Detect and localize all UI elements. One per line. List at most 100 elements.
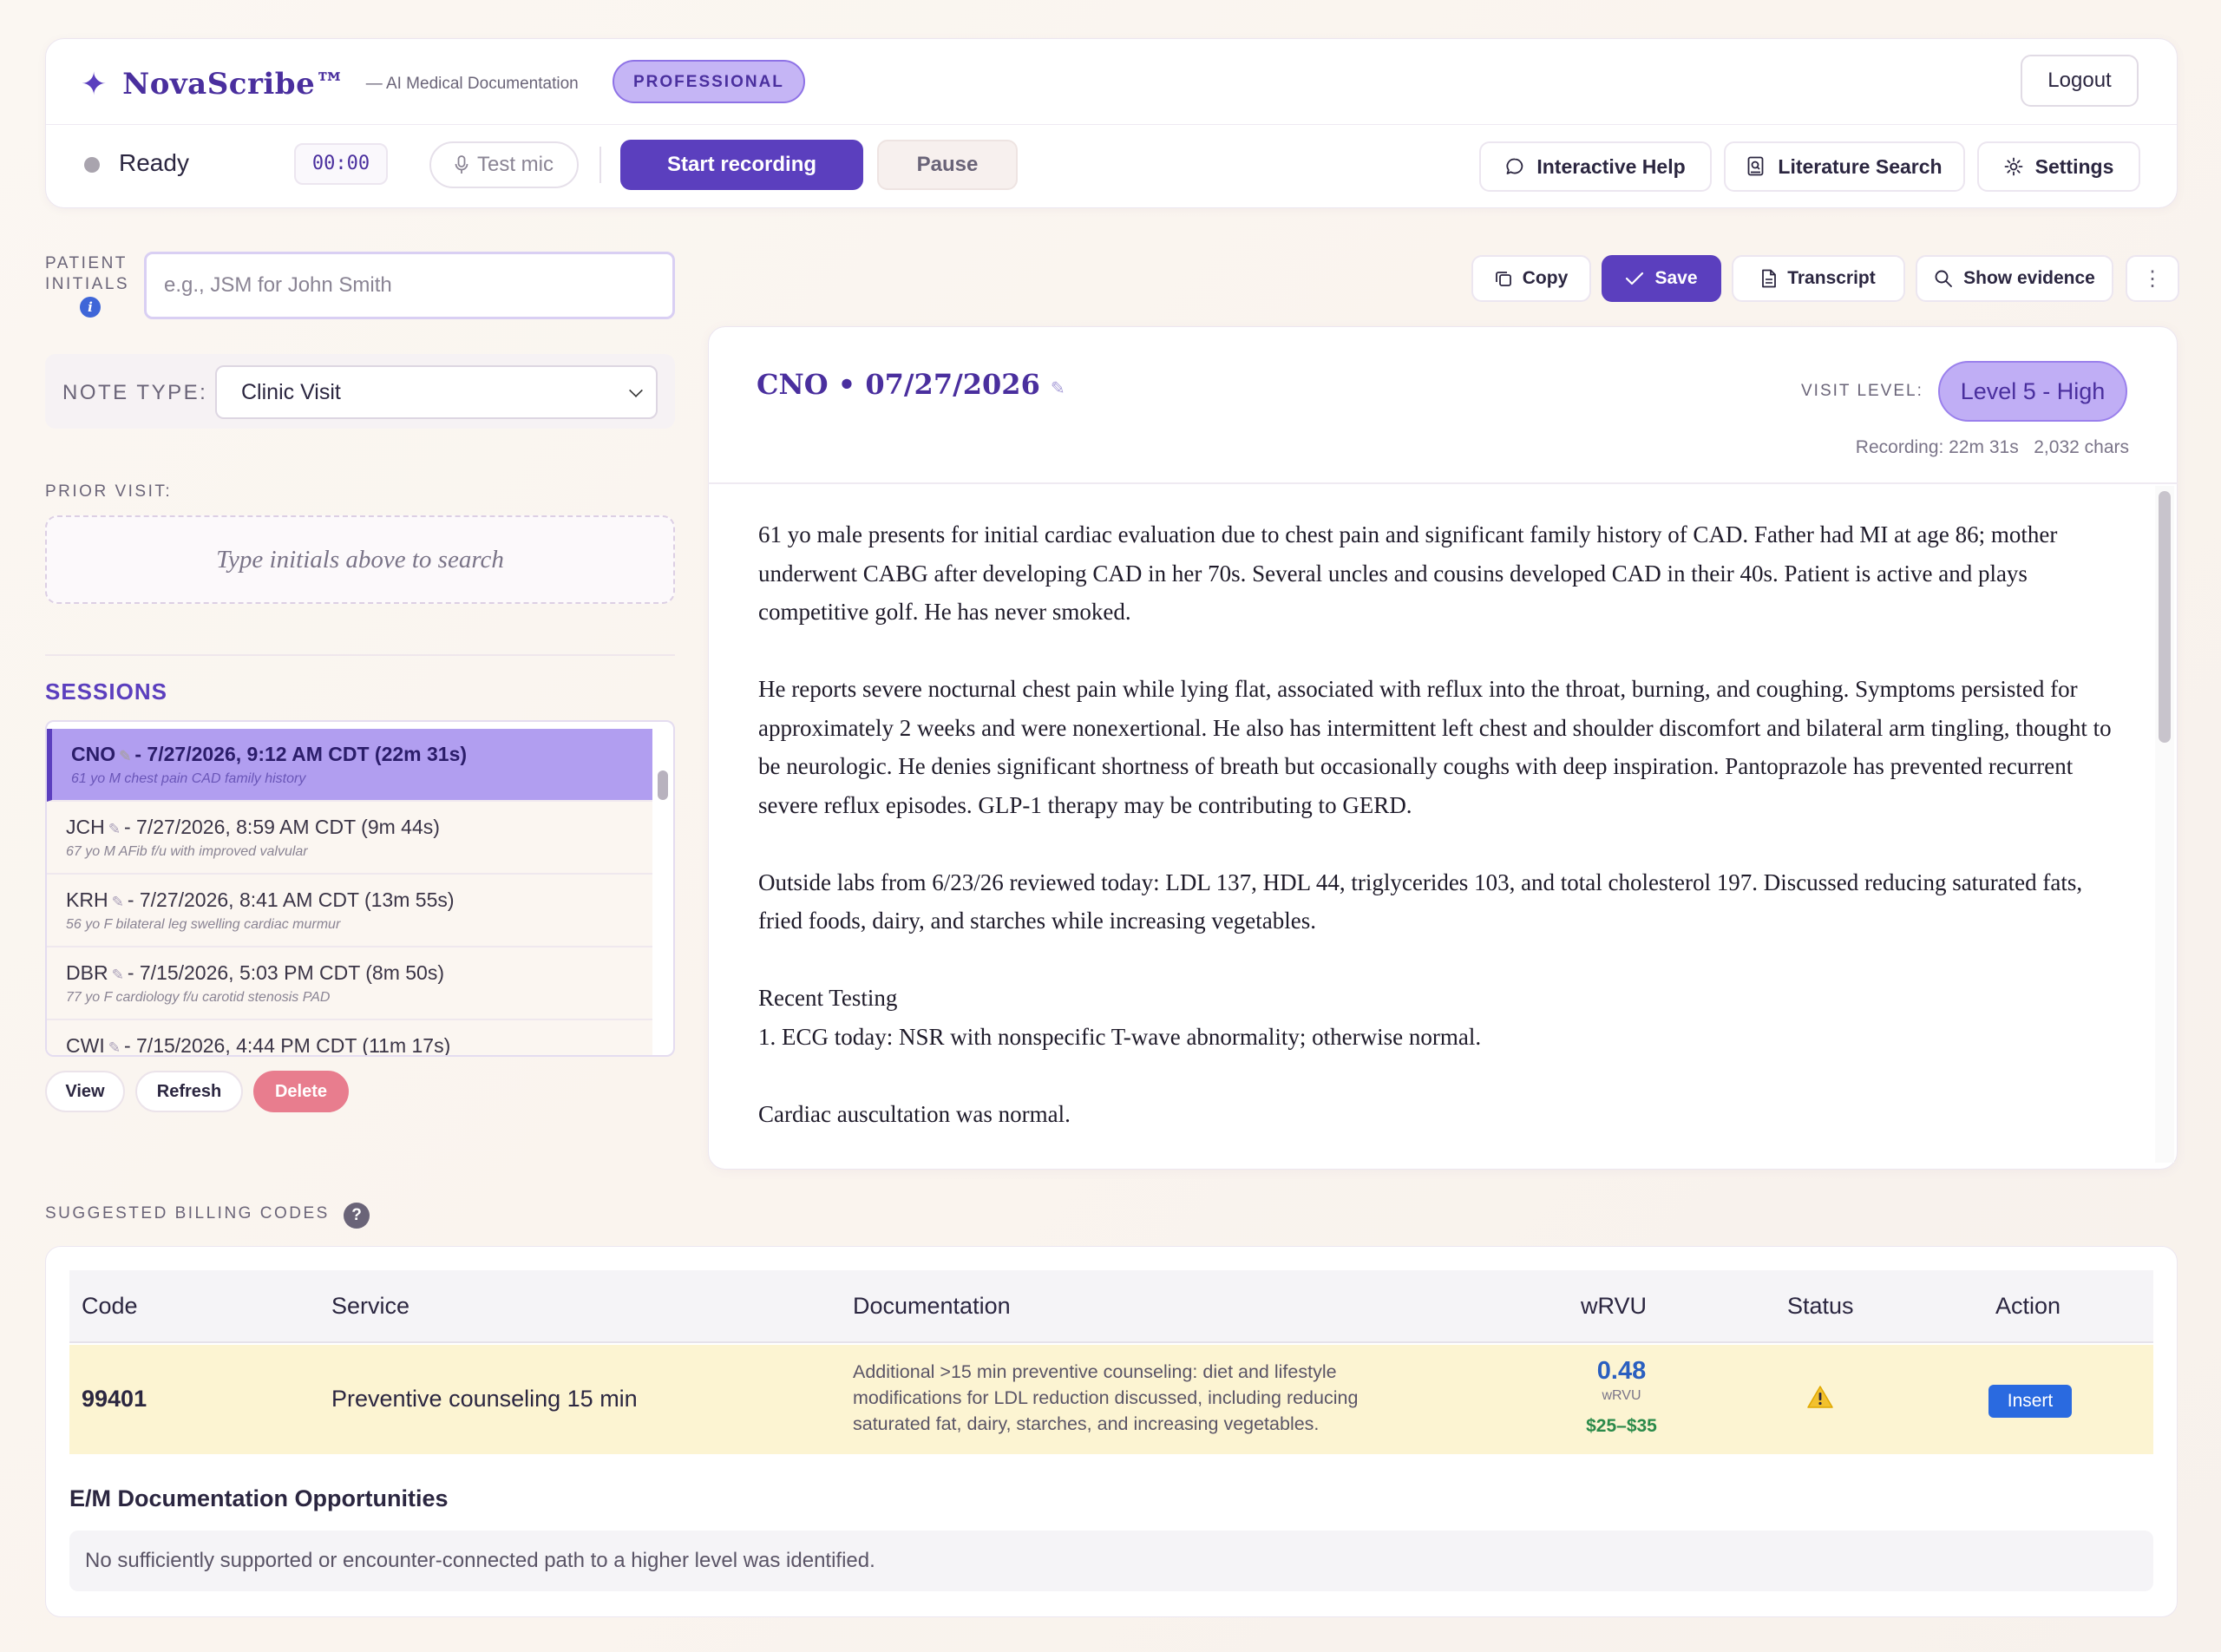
transcript-button[interactable]: Transcript <box>1732 255 1905 302</box>
patient-initials-input[interactable] <box>144 252 675 319</box>
billing-section-label: SUGGESTED BILLING CODES <box>45 1204 330 1223</box>
session-detail: - 7/15/2026, 5:03 PM CDT (8m 50s) <box>127 961 444 984</box>
session-initials: JCH <box>66 816 105 838</box>
note-divider <box>708 482 2178 484</box>
test-mic-button[interactable]: Test mic <box>429 141 579 188</box>
recording-timer: 00:00 <box>294 143 388 185</box>
checkmark-icon <box>1626 272 1644 285</box>
tier-badge: PROFESSIONAL <box>613 60 805 103</box>
column-header-action: Action <box>1995 1293 2061 1319</box>
note-paragraph: Cardiac auscultation was normal. <box>758 1100 1071 1127</box>
recording-duration: Recording: 22m 31s <box>1855 437 2019 457</box>
microphone-icon <box>455 155 468 174</box>
session-summary: 56 yo F bilateral leg swelling cardiac m… <box>66 917 341 932</box>
prior-visit-search-box[interactable]: Type initials above to search <box>45 515 675 604</box>
interactive-help-button[interactable]: Interactive Help <box>1479 141 1712 192</box>
wrvu-unit: wRVU <box>1602 1388 1641 1403</box>
warning-icon <box>1806 1385 1834 1413</box>
column-header-service: Service <box>331 1293 410 1319</box>
pause-button[interactable]: Pause <box>877 140 1018 190</box>
em-opportunities-message: No sufficiently supported or encounter-c… <box>69 1531 2153 1591</box>
brand: ✦ NovaScribe™ — AI Medical Documentation <box>81 65 579 103</box>
billing-code: 99401 <box>82 1386 147 1412</box>
note-paragraph: 61 yo male presents for initial cardiac … <box>758 521 2058 625</box>
wrvu-value: 0.48 <box>1596 1357 1647 1385</box>
session-line: CNO ✎ - 7/27/2026, 9:12 AM CDT (22m 31s) <box>71 743 652 766</box>
sessions-list[interactable]: CNO ✎ - 7/27/2026, 9:12 AM CDT (22m 31s) 6… <box>45 720 675 1057</box>
settings-label: Settings <box>2034 154 2114 178</box>
session-summary: 67 yo M AFib f/u with improved valvular <box>66 844 308 859</box>
note-title-text: CNO • 07/27/2026 <box>757 368 1040 401</box>
header-card: ✦ NovaScribe™ — AI Medical Documentation… <box>45 38 2178 208</box>
session-item-active[interactable]: CNO ✎ - 7/27/2026, 9:12 AM CDT (22m 31s) 6… <box>47 729 652 802</box>
refresh-button[interactable]: Refresh <box>135 1071 243 1112</box>
visit-level-badge[interactable]: Level 5 - High <box>1938 361 2127 422</box>
show-evidence-button[interactable]: Show evidence <box>1916 255 2113 302</box>
save-button[interactable]: Save <box>1602 255 1721 302</box>
recording-meta: Recording: 22m 31s 2,032 chars <box>1856 437 2129 458</box>
character-count: 2,032 chars <box>2034 437 2129 457</box>
literature-search-button[interactable]: Literature Search <box>1724 141 1965 192</box>
pencil-icon[interactable]: ✎ <box>119 748 131 764</box>
session-initials: KRH <box>66 888 108 911</box>
copy-button[interactable]: Copy <box>1471 255 1591 302</box>
transcript-label: Transcript <box>1787 268 1876 288</box>
session-item[interactable]: CWI ✎ - 7/15/2026, 4:44 PM CDT (11m 17s) <box>47 1020 652 1057</box>
pencil-icon[interactable]: ✎ <box>1051 377 1065 398</box>
recorder-status: Ready <box>119 149 189 176</box>
session-line: KRH ✎ - 7/27/2026, 8:41 AM CDT (13m 55s) <box>66 888 652 912</box>
save-label: Save <box>1654 268 1698 288</box>
patient-initials-label-line1: PATIENT <box>45 254 128 272</box>
prior-visit-label: PRIOR VISIT: <box>45 482 173 501</box>
note-title: CNO • 07/27/2026 ✎ <box>757 368 1065 401</box>
session-initials: CNO <box>71 743 116 765</box>
more-options-button[interactable]: ⋮ <box>2126 255 2179 302</box>
brand-star-icon: ✦ <box>81 66 108 102</box>
session-item[interactable]: DBR ✎ - 7/15/2026, 5:03 PM CDT (8m 50s) 77… <box>47 947 652 1020</box>
document-icon <box>1762 269 1777 288</box>
session-item[interactable]: JCH ✎ - 7/27/2026, 8:59 AM CDT (9m 44s) 67… <box>47 802 652 875</box>
pencil-icon[interactable]: ✎ <box>108 1039 121 1055</box>
column-header-code: Code <box>82 1293 138 1319</box>
session-summary: 61 yo M chest pain CAD family history <box>71 771 306 786</box>
note-list-item: 1. ECG today: NSR with nonspecific T-wav… <box>758 1023 1482 1050</box>
info-icon[interactable]: i <box>80 297 101 318</box>
copy-icon <box>1495 272 1511 286</box>
pencil-icon[interactable]: ✎ <box>112 967 124 983</box>
session-item[interactable]: KRH ✎ - 7/27/2026, 8:41 AM CDT (13m 55s) 5… <box>47 875 652 947</box>
toolbar-separator <box>599 147 601 183</box>
note-scrollbar-thumb[interactable] <box>2159 491 2171 743</box>
view-button[interactable]: View <box>45 1071 125 1112</box>
note-paragraph: Outside labs from 6/23/26 reviewed today… <box>758 869 2083 934</box>
help-icon[interactable]: ? <box>344 1203 370 1229</box>
header-divider <box>46 124 2177 125</box>
copy-label: Copy <box>1522 268 1569 288</box>
section-divider <box>45 654 675 656</box>
sessions-title: SESSIONS <box>45 678 167 705</box>
note-text[interactable]: 61 yo male presents for initial cardiac … <box>758 515 2112 1133</box>
session-line: CWI ✎ - 7/15/2026, 4:44 PM CDT (11m 17s) <box>66 1034 652 1057</box>
sessions-scrollbar[interactable] <box>658 770 668 800</box>
start-recording-button[interactable]: Start recording <box>620 140 863 190</box>
interactive-help-label: Interactive Help <box>1536 154 1686 178</box>
note-type-value: Clinic Visit <box>241 380 341 404</box>
session-initials: CWI <box>66 1034 105 1057</box>
pencil-icon[interactable]: ✎ <box>108 821 121 837</box>
patient-initials-label: PATIENT INITIALS <box>45 253 129 295</box>
note-type-select[interactable]: Clinic Visit <box>215 365 658 419</box>
chevron-down-icon <box>629 384 643 397</box>
note-paragraph: He reports severe nocturnal chest pain w… <box>758 676 2112 818</box>
note-type-label: NOTE TYPE: <box>62 381 208 404</box>
insert-button[interactable]: Insert <box>1988 1385 2072 1418</box>
more-icon: ⋮ <box>2142 266 2163 291</box>
literature-search-label: Literature Search <box>1778 154 1943 178</box>
test-mic-label: Test mic <box>476 153 554 176</box>
session-summary: 77 yo F cardiology f/u carotid stenosis … <box>66 990 331 1005</box>
settings-button[interactable]: Settings <box>1977 141 2140 192</box>
pencil-icon[interactable]: ✎ <box>112 894 124 910</box>
logout-button[interactable]: Logout <box>2021 55 2139 107</box>
note-heading: Recent Testing <box>758 985 898 1011</box>
session-line: DBR ✎ - 7/15/2026, 5:03 PM CDT (8m 50s) <box>66 961 652 985</box>
delete-button[interactable]: Delete <box>253 1071 349 1112</box>
column-header-wrvu: wRVU <box>1581 1293 1648 1319</box>
